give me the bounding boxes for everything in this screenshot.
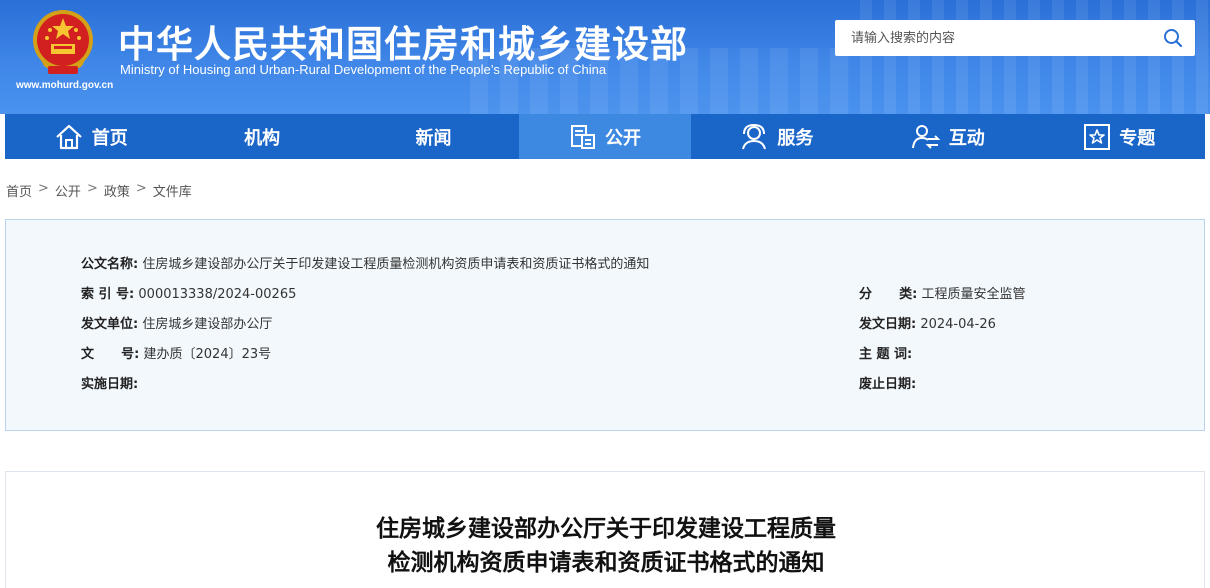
info-expiry: 废止日期: xyxy=(859,373,916,392)
search-button[interactable] xyxy=(1151,20,1195,56)
effective-label: 实施日期: xyxy=(81,377,139,392)
search-input[interactable] xyxy=(835,20,1151,56)
breadcrumb-public[interactable]: 公开 xyxy=(55,181,81,200)
home-icon xyxy=(55,124,82,149)
info-doc-name: 公文名称: 住房城乡建设部办公厅关于印发建设工程质量检测机构资质申请表和资质证书… xyxy=(81,253,649,272)
nav-item-service[interactable]: 服务 xyxy=(691,114,862,159)
category-value: 工程质量安全监管 xyxy=(921,287,1026,302)
document-info-box: 公文名称: 住房城乡建设部办公厅关于印发建设工程质量检测机构资质申请表和资质证书… xyxy=(5,219,1205,431)
main-nav: 首页 机构 新闻 公开 服务 互动 专题 xyxy=(5,114,1205,159)
service-icon xyxy=(742,123,767,149)
site-title-cn[interactable]: 中华人民共和国住房和城乡建设部 xyxy=(118,14,688,68)
keywords-label: 主 题 词: xyxy=(859,347,913,362)
category-label: 分 类: xyxy=(859,287,918,302)
search-box xyxy=(835,20,1195,56)
index-label: 索 引 号: xyxy=(81,287,135,302)
doc-name-label: 公文名称: xyxy=(81,257,139,272)
document-icon xyxy=(570,124,595,149)
info-effective: 实施日期: xyxy=(81,373,138,392)
breadcrumb-separator: > xyxy=(135,181,147,196)
breadcrumb-library[interactable]: 文件库 xyxy=(153,181,192,200)
info-category: 分 类: 工程质量安全监管 xyxy=(859,283,1026,302)
nav-label-interaction: 互动 xyxy=(948,127,985,149)
topic-icon xyxy=(1084,123,1111,150)
nav-item-interaction[interactable]: 互动 xyxy=(862,114,1033,159)
nav-label-service: 服务 xyxy=(777,127,814,149)
issuer-label: 发文单位: xyxy=(81,317,139,332)
nav-item-public[interactable]: 公开 xyxy=(519,114,691,159)
breadcrumb-separator: > xyxy=(38,181,49,196)
date-label: 发文日期: xyxy=(859,317,917,332)
info-issuer: 发文单位: 住房城乡建设部办公厅 xyxy=(81,313,272,332)
article-title-line-1: 住房城乡建设部办公厅关于印发建设工程质量 xyxy=(376,516,836,542)
search-icon xyxy=(1164,29,1183,48)
site-url[interactable]: www.mohurd.gov.cn xyxy=(16,80,113,91)
date-value: 2024-04-26 xyxy=(920,317,996,332)
doc-no-value: 建办质〔2024〕23号 xyxy=(143,347,272,362)
info-date: 发文日期: 2024-04-26 xyxy=(859,313,996,332)
breadcrumb-home[interactable]: 首页 xyxy=(6,181,32,200)
nav-label-news: 新闻 xyxy=(415,127,452,149)
nav-item-home[interactable]: 首页 xyxy=(5,114,176,159)
header-building-decoration-right xyxy=(860,0,1210,114)
nav-label-public: 公开 xyxy=(604,127,641,149)
expiry-label: 废止日期: xyxy=(859,377,917,392)
nav-label-home: 首页 xyxy=(91,127,128,149)
site-title-en: Ministry of Housing and Urban-Rural Deve… xyxy=(120,62,607,77)
issuer-value: 住房城乡建设部办公厅 xyxy=(142,317,273,332)
breadcrumb-policy[interactable]: 政策 xyxy=(104,181,130,200)
nav-item-news[interactable]: 新闻 xyxy=(348,114,519,159)
doc-no-label: 文 号: xyxy=(81,347,140,362)
national-emblem-icon[interactable] xyxy=(30,8,96,78)
info-index: 索 引 号: 000013338/2024-00265 xyxy=(81,283,296,302)
breadcrumb-separator: > xyxy=(86,181,98,196)
article-content: 住房城乡建设部办公厅关于印发建设工程质量 检测机构资质申请表和资质证书格式的通知 xyxy=(5,471,1205,588)
site-header: www.mohurd.gov.cn 中华人民共和国住房和城乡建设部 Minist… xyxy=(0,0,1210,114)
breadcrumb: 首页 > 公开 > 政策 > 文件库 xyxy=(6,181,192,200)
nav-label-topic: 专题 xyxy=(1119,127,1156,149)
nav-item-organization[interactable]: 机构 xyxy=(176,114,347,159)
doc-name-value: 住房城乡建设部办公厅关于印发建设工程质量检测机构资质申请表和资质证书格式的通知 xyxy=(142,257,650,272)
info-doc-no: 文 号: 建办质〔2024〕23号 xyxy=(81,343,271,362)
index-value: 000013338/2024-00265 xyxy=(138,287,297,302)
interaction-icon xyxy=(911,124,941,149)
nav-item-topic[interactable]: 专题 xyxy=(1034,114,1205,159)
article-title: 住房城乡建设部办公厅关于印发建设工程质量 检测机构资质申请表和资质证书格式的通知 xyxy=(6,512,1206,580)
article-title-line-2: 检测机构资质申请表和资质证书格式的通知 xyxy=(387,550,825,576)
nav-label-organization: 机构 xyxy=(244,127,281,149)
info-keywords: 主 题 词: xyxy=(859,343,912,362)
